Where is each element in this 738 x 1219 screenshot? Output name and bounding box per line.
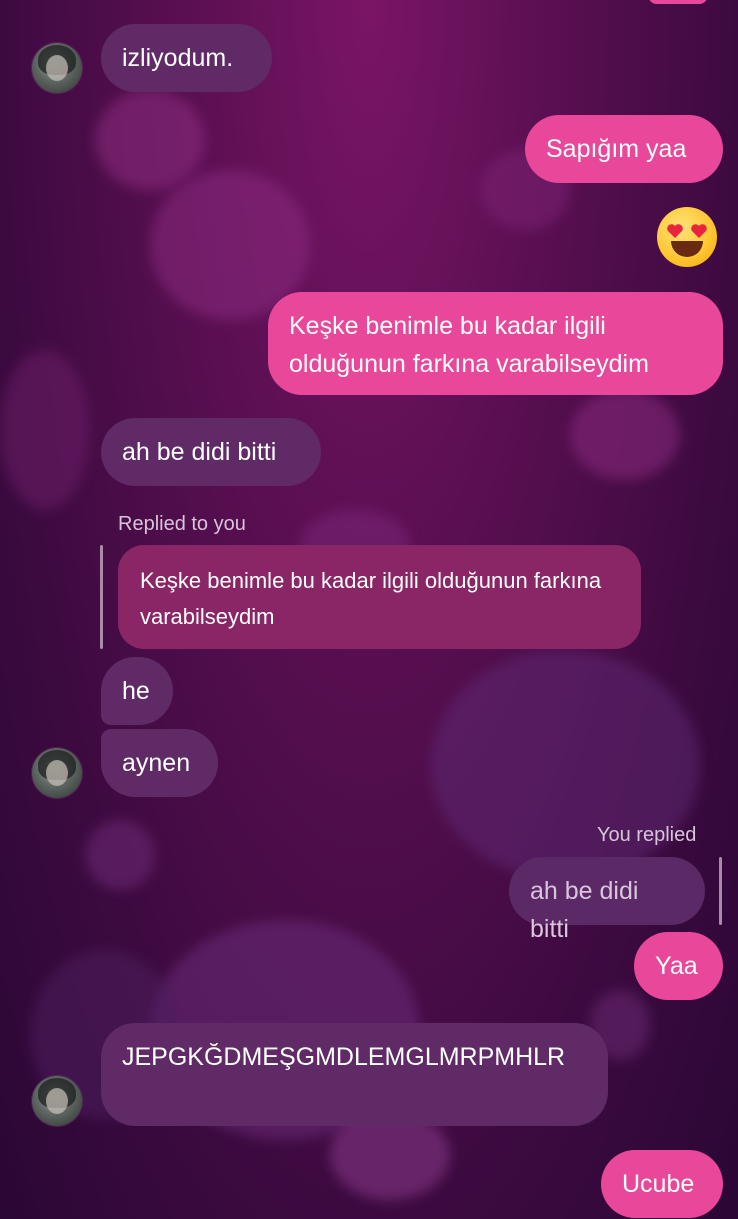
reply-quote-bar [100,545,103,649]
outgoing-message[interactable]: Keşke benimle bu kadar ilgili olduğunun … [268,292,723,395]
quoted-message[interactable]: Keşke benimle bu kadar ilgili olduğunun … [118,545,641,649]
avatar-face [46,760,68,786]
contact-avatar[interactable] [32,43,82,93]
incoming-message[interactable]: JEPGKĞDMEŞGMDLEMGLMRPMHLR [101,1023,608,1126]
quoted-message[interactable]: ah be didi bitti [509,857,705,943]
reply-quote-bar [719,857,722,925]
contact-avatar[interactable] [32,1076,82,1126]
heart-eye-icon [667,224,683,238]
incoming-message[interactable]: aynen [101,729,218,797]
incoming-message[interactable]: izliyodum. [101,24,272,92]
outgoing-message[interactable]: Yaa [634,932,723,1000]
avatar-face [46,55,68,81]
replied-to-you-label: Replied to you [118,513,246,535]
incoming-message[interactable]: ah be didi bitti [101,418,321,486]
avatar-face [46,1088,68,1114]
outgoing-message[interactable]: Ucube [601,1150,723,1218]
previous-outgoing-bubble[interactable] [648,0,708,4]
emoji-mouth [671,241,703,257]
chat-thread: izliyodum. Sapığım yaa Keşke benimle bu … [0,0,738,1219]
heart-eye-icon [691,224,707,238]
incoming-message[interactable]: he [101,657,173,725]
heart-eyes-emoji[interactable] [657,207,717,267]
contact-avatar[interactable] [32,748,82,798]
you-replied-label: You replied [597,824,697,846]
outgoing-message[interactable]: Sapığım yaa [525,115,723,183]
